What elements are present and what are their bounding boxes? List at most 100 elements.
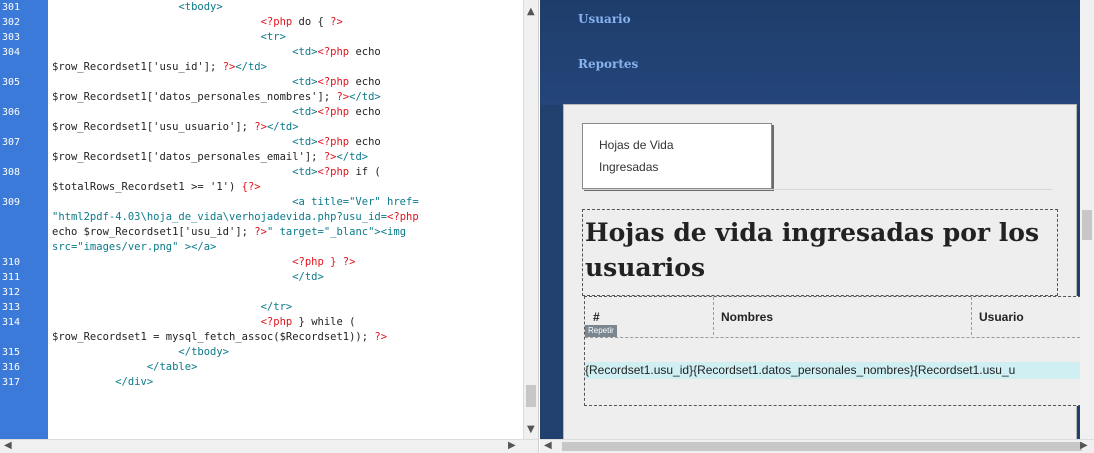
scroll-left-arrow-icon[interactable]: ◀	[544, 440, 552, 451]
code-line[interactable]: 307 <td><?php echo	[0, 135, 524, 150]
code-text: $row_Recordset1 = mysql_fetch_assoc($Rec…	[52, 331, 388, 343]
code-line[interactable]: $row_Recordset1['datos_personales_nombre…	[0, 90, 524, 105]
code-text: <tbody>	[52, 1, 223, 13]
code-line[interactable]: $row_Recordset1['usu_usuario']; ?></td>	[0, 120, 524, 135]
code-line[interactable]: 313 </tr>	[0, 300, 524, 315]
code-text: <td><?php echo	[52, 46, 381, 58]
code-line[interactable]: 303 <tr>	[0, 30, 524, 45]
code-text: "html2pdf-4.03\hoja_de_vida\verhojadevid…	[52, 211, 419, 223]
code-line[interactable]: $row_Recordset1['datos_personales_email'…	[0, 150, 524, 165]
code-line[interactable]: "html2pdf-4.03\hoja_de_vida\verhojadevid…	[0, 210, 524, 225]
line-number: 313	[2, 302, 21, 313]
line-number: 316	[2, 362, 21, 373]
code-line[interactable]: 316 </table>	[0, 360, 524, 375]
nav-item-reportes[interactable]: Reportes	[578, 57, 638, 71]
line-number: 307	[2, 137, 21, 148]
design-horizontal-scrollbar[interactable]: ◀ ▶	[540, 439, 1094, 453]
line-number: 315	[2, 347, 21, 358]
code-vertical-scrollbar[interactable]: ▲ ▼	[523, 0, 538, 440]
scroll-up-arrow-icon[interactable]: ▲	[527, 6, 535, 17]
code-line[interactable]: 308 <td><?php if (	[0, 165, 524, 180]
line-number: 312	[2, 287, 21, 298]
page-header-background: Usuario Reportes	[540, 0, 1094, 105]
scroll-right-arrow-icon[interactable]: ▶	[1080, 440, 1088, 451]
line-number: 310	[2, 257, 21, 268]
code-text: echo $row_Recordset1['usu_id']; ?>" targ…	[52, 226, 407, 238]
scroll-left-arrow-icon[interactable]: ◀	[4, 440, 12, 451]
code-line[interactable]: 301 <tbody>	[0, 0, 524, 15]
tab-label-line2: Ingresadas	[599, 160, 659, 174]
code-horizontal-scrollbar[interactable]: ◀ ▶	[0, 439, 538, 453]
design-scroll-thumb[interactable]	[1082, 210, 1092, 240]
content-panel: Hojas de Vida Ingresadas Hojas de vida i…	[563, 104, 1094, 442]
code-line[interactable]: 305 <td><?php echo	[0, 75, 524, 90]
tab-divider	[582, 189, 1052, 190]
line-number: 314	[2, 317, 21, 328]
code-lines[interactable]: 301 <tbody> 302 <?php do { ?> 303 <tr> 304 …	[0, 0, 524, 390]
line-number: 304	[2, 47, 21, 58]
design-hscroll-thumb[interactable]	[562, 442, 1082, 451]
records-table[interactable]: # Nombres Usuario Repetir {Recordset1.us…	[584, 296, 1094, 406]
line-number: 303	[2, 32, 21, 43]
code-text: $row_Recordset1['datos_personales_nombre…	[52, 91, 381, 103]
code-line[interactable]: 314 <?php } while (	[0, 315, 524, 330]
code-text: </div>	[52, 376, 154, 388]
tab-label-line1: Hojas de Vida	[599, 138, 674, 152]
line-number: 308	[2, 167, 21, 178]
code-line[interactable]: 304 <td><?php echo	[0, 45, 524, 60]
code-line[interactable]: echo $row_Recordset1['usu_id']; ?>" targ…	[0, 225, 524, 240]
code-text: <td><?php echo	[52, 136, 381, 148]
code-text: <?php } while (	[52, 316, 356, 328]
design-view-pane[interactable]: Usuario Reportes Hojas de Vida Ingresada…	[540, 0, 1094, 453]
tab-hojas-de-vida[interactable]: Hojas de Vida Ingresadas	[582, 123, 772, 189]
code-text: $row_Recordset1['datos_personales_email'…	[52, 151, 369, 163]
line-number: 302	[2, 17, 21, 28]
code-text: $row_Recordset1['usu_id']; ?></td>	[52, 61, 267, 73]
column-header-nombres: Nombres	[713, 297, 972, 335]
row-separator	[585, 337, 1094, 339]
column-header-usuario: Usuario	[979, 310, 1024, 324]
code-line[interactable]: $row_Recordset1['usu_id']; ?></td>	[0, 60, 524, 75]
code-line[interactable]: 309 <a title="Ver" href=	[0, 195, 524, 210]
scroll-down-arrow-icon[interactable]: ▼	[527, 424, 535, 435]
code-scroll-thumb[interactable]	[526, 385, 536, 407]
code-line[interactable]: $totalRows_Recordset1 >= '1') {?>	[0, 180, 524, 195]
repeat-region-badge: Repetir	[585, 325, 617, 337]
code-text: </tr>	[52, 301, 293, 313]
code-line[interactable]: 302 <?php do { ?>	[0, 15, 524, 30]
code-line[interactable]: 315 </tbody>	[0, 345, 524, 360]
code-line[interactable]: 312	[0, 285, 524, 300]
code-text: </table>	[52, 361, 198, 373]
code-line[interactable]: 317 </div>	[0, 375, 524, 390]
code-text: <a title="Ver" href=	[52, 196, 419, 208]
code-text: <td><?php if (	[52, 166, 381, 178]
code-text: <td><?php echo	[52, 106, 381, 118]
code-line[interactable]: 310 <?php } ?>	[0, 255, 524, 270]
line-number: 317	[2, 377, 21, 388]
page-title: Hojas de vida ingresadas por los usuario…	[585, 218, 1040, 282]
code-line[interactable]: 306 <td><?php echo	[0, 105, 524, 120]
code-text: </td>	[52, 271, 324, 283]
code-line[interactable]: 311 </td>	[0, 270, 524, 285]
code-text: </tbody>	[52, 346, 230, 358]
code-text: <td><?php echo	[52, 76, 381, 88]
code-text: <?php } ?>	[52, 256, 356, 268]
line-number: 306	[2, 107, 21, 118]
code-text: $row_Recordset1['usu_usuario']; ?></td>	[52, 121, 299, 133]
line-number: 305	[2, 77, 21, 88]
code-editor-pane[interactable]: 301 <tbody> 302 <?php do { ?> 303 <tr> 304 …	[0, 0, 539, 453]
code-line[interactable]: src="images/ver.png" ></a>	[0, 240, 524, 255]
line-number: 309	[2, 197, 21, 208]
heading-container[interactable]: Hojas de vida ingresadas por los usuario…	[582, 209, 1058, 296]
table-row[interactable]: {Recordset1.usu_id}{Recordset1.datos_per…	[585, 362, 1094, 379]
line-number: 311	[2, 272, 21, 283]
scroll-right-arrow-icon[interactable]: ▶	[508, 440, 516, 451]
design-vertical-scrollbar[interactable]	[1080, 0, 1094, 440]
nav-item-usuario[interactable]: Usuario	[578, 12, 631, 26]
code-text: <tr>	[52, 31, 286, 43]
code-text: <?php do { ?>	[52, 16, 343, 28]
line-number: 301	[2, 2, 21, 13]
code-text: $totalRows_Recordset1 >= '1') {?>	[52, 181, 261, 193]
code-text: src="images/ver.png" ></a>	[52, 241, 217, 253]
code-line[interactable]: $row_Recordset1 = mysql_fetch_assoc($Rec…	[0, 330, 524, 345]
